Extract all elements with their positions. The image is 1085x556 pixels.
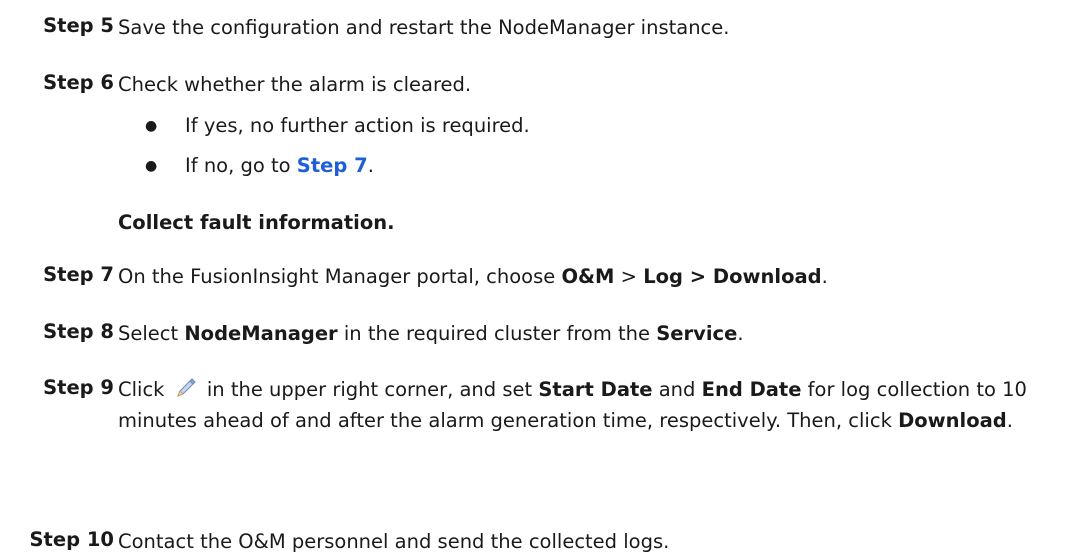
step-label: Step 8	[43, 320, 114, 343]
step-text: Save the configuration and restart the N…	[118, 16, 730, 39]
pencil-icon	[175, 377, 197, 407]
step-label: Step 7	[43, 263, 114, 286]
list-item-text: If no, go to Step 7.	[185, 154, 374, 177]
step-7-link[interactable]: Step 7	[297, 154, 368, 177]
step-text: Check whether the alarm is cleared.	[118, 73, 472, 96]
step-text: Click in the upper right corner, and set…	[118, 377, 1027, 432]
bullet-icon: ●	[145, 158, 158, 174]
step-label: Step 6	[43, 71, 114, 94]
step-text: On the FusionInsight Manager portal, cho…	[118, 265, 828, 288]
step-label: Step 9	[43, 376, 114, 399]
step-label: Step 10	[29, 528, 114, 551]
section-heading: Collect fault information.	[118, 211, 395, 234]
step-text: Contact the O&M personnel and send the c…	[118, 530, 670, 553]
bullet-icon: ●	[145, 118, 158, 134]
step-text: Select NodeManager in the required clust…	[118, 322, 744, 345]
list-item-text: If yes, no further action is required.	[185, 114, 530, 137]
step-label: Step 5	[43, 14, 114, 37]
